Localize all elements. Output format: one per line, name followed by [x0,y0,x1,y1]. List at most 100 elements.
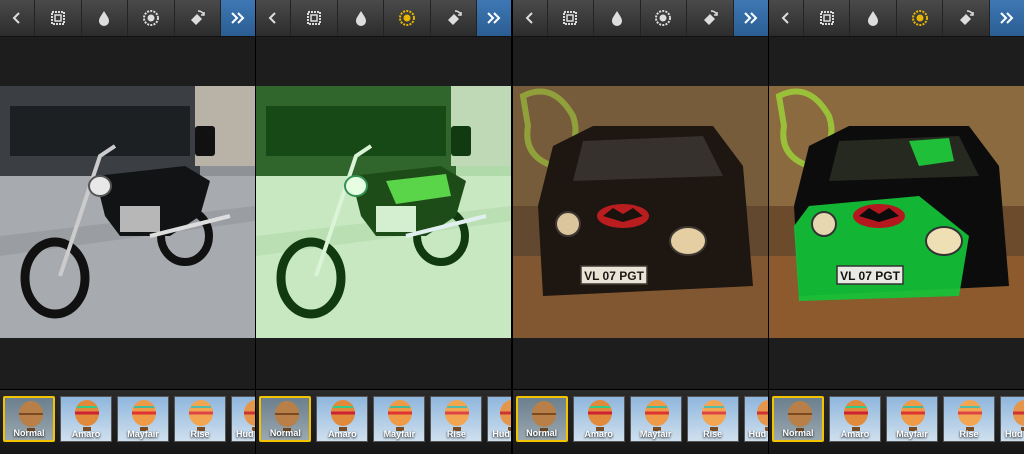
back-arrow-icon [268,12,277,24]
editor-panel-3: VL 07 PGT Normal Amaro Mayfair Rise Hud [512,0,768,454]
filter-label: Hud [492,429,510,439]
photo-preview[interactable]: VL 07 PGT [512,86,768,338]
back-button[interactable] [256,0,292,36]
filter-thumb-mayfair[interactable]: Mayfair [629,396,682,442]
lux-button[interactable] [897,0,944,36]
rotate-button[interactable] [175,0,221,36]
editor-toolbar [0,0,255,37]
more-icon [1000,12,1014,24]
filter-strip: Normal Amaro Mayfair Rise Hud [256,389,512,454]
frame-button[interactable] [291,0,338,36]
filter-label: Rise [446,429,466,439]
filter-strip: Normal Amaro Mayfair Rise Hud [768,389,1024,454]
lux-icon [655,10,672,26]
filter-thumb-mayfair[interactable]: Mayfair [885,396,938,442]
blur-button[interactable] [594,0,641,36]
lux-icon [911,10,928,26]
filter-thumb-hud[interactable]: Hud [231,396,255,442]
more-icon [487,12,501,24]
photo-preview[interactable]: VL 07 PGT [768,86,1024,338]
motorcycle-photo [0,86,255,338]
more-button[interactable] [477,0,512,36]
editor-panel-1: Normal Amaro Mayfair Rise Hud [0,0,255,454]
car-photo-lux: VL 07 PGT [768,86,1024,338]
editor-toolbar [512,0,768,37]
more-button[interactable] [221,0,255,36]
filter-label: Mayfair [127,429,159,439]
lux-button[interactable] [384,0,431,36]
more-button[interactable] [733,0,768,36]
back-button[interactable] [513,0,548,36]
filter-thumb-rise[interactable]: Rise [430,396,483,442]
lux-button[interactable] [128,0,175,36]
frame-button[interactable] [548,0,595,36]
filter-thumb-amaro[interactable]: Amaro [60,396,112,442]
filter-label: Amaro [584,429,613,439]
filter-thumb-mayfair[interactable]: Mayfair [373,396,426,442]
editor-toolbar [256,0,512,37]
filter-thumb-normal[interactable]: Normal [259,396,312,442]
lux-icon [142,10,159,26]
filter-thumb-normal[interactable]: Normal [3,396,55,442]
filter-label: Amaro [328,429,357,439]
rotate-icon [191,10,205,25]
back-arrow-icon [781,12,789,24]
filter-label: Amaro [840,429,870,439]
filter-thumb-normal[interactable]: Normal [515,396,568,442]
blur-drop-icon [99,11,110,26]
blur-button[interactable] [850,0,897,36]
filter-label: Normal [269,428,301,438]
filter-label: Rise [959,429,979,439]
motorcycle-photo-lux [256,86,512,338]
rotate-icon [447,10,462,25]
more-icon [231,12,245,24]
filter-thumb-hud[interactable]: Hud [999,396,1024,442]
lux-icon [399,10,416,26]
frame-icon [307,11,322,25]
rotate-button[interactable] [687,0,734,36]
rotate-button[interactable] [431,0,478,36]
photo-preview[interactable] [0,86,255,338]
filter-thumb-normal[interactable]: Normal [771,396,824,442]
filter-label: Mayfair [639,429,672,439]
filter-thumb-amaro[interactable]: Amaro [828,396,881,442]
frame-button[interactable] [804,0,851,36]
back-button[interactable] [769,0,804,36]
more-button[interactable] [989,0,1024,36]
lux-button[interactable] [641,0,688,36]
filter-label: Mayfair [896,429,928,439]
editor-panel-2: Normal Amaro Mayfair Rise Hud [256,0,512,454]
filter-thumb-hud[interactable]: Hud [743,396,768,442]
filter-label: Amaro [71,429,101,439]
filter-thumb-amaro[interactable]: Amaro [572,396,625,442]
filter-thumb-amaro[interactable]: Amaro [316,396,369,442]
filter-label: Rise [703,429,723,439]
filter-label: Rise [190,429,210,439]
frame-icon [563,11,578,25]
filter-thumb-rise[interactable]: Rise [686,396,739,442]
frame-button[interactable] [35,0,82,36]
photo-preview[interactable] [256,86,512,338]
license-plate: VL 07 PGT [840,269,900,283]
filter-thumb-mayfair[interactable]: Mayfair [117,396,169,442]
filter-label: Mayfair [383,429,416,439]
car-photo: VL 07 PGT [512,86,768,338]
back-arrow-icon [525,12,533,24]
filter-label: Hud [748,429,767,439]
filter-strip: Normal Amaro Mayfair Rise Hud [512,389,768,454]
editor-panel-4: VL 07 PGT Normal Amaro Mayfair Rise Hud [768,0,1024,454]
filter-thumb-rise[interactable]: Rise [174,396,226,442]
blur-button[interactable] [338,0,385,36]
blur-drop-icon [355,11,366,26]
more-icon [743,12,758,24]
rotate-icon [960,10,974,25]
filter-label: Normal [13,428,45,438]
back-button[interactable] [0,0,35,36]
filter-thumb-hud[interactable]: Hud [487,396,512,442]
rotate-button[interactable] [943,0,990,36]
blur-button[interactable] [82,0,128,36]
back-arrow-icon [12,12,20,24]
filter-thumb-rise[interactable]: Rise [942,396,995,442]
blur-drop-icon [868,11,879,26]
frame-icon [819,11,834,25]
